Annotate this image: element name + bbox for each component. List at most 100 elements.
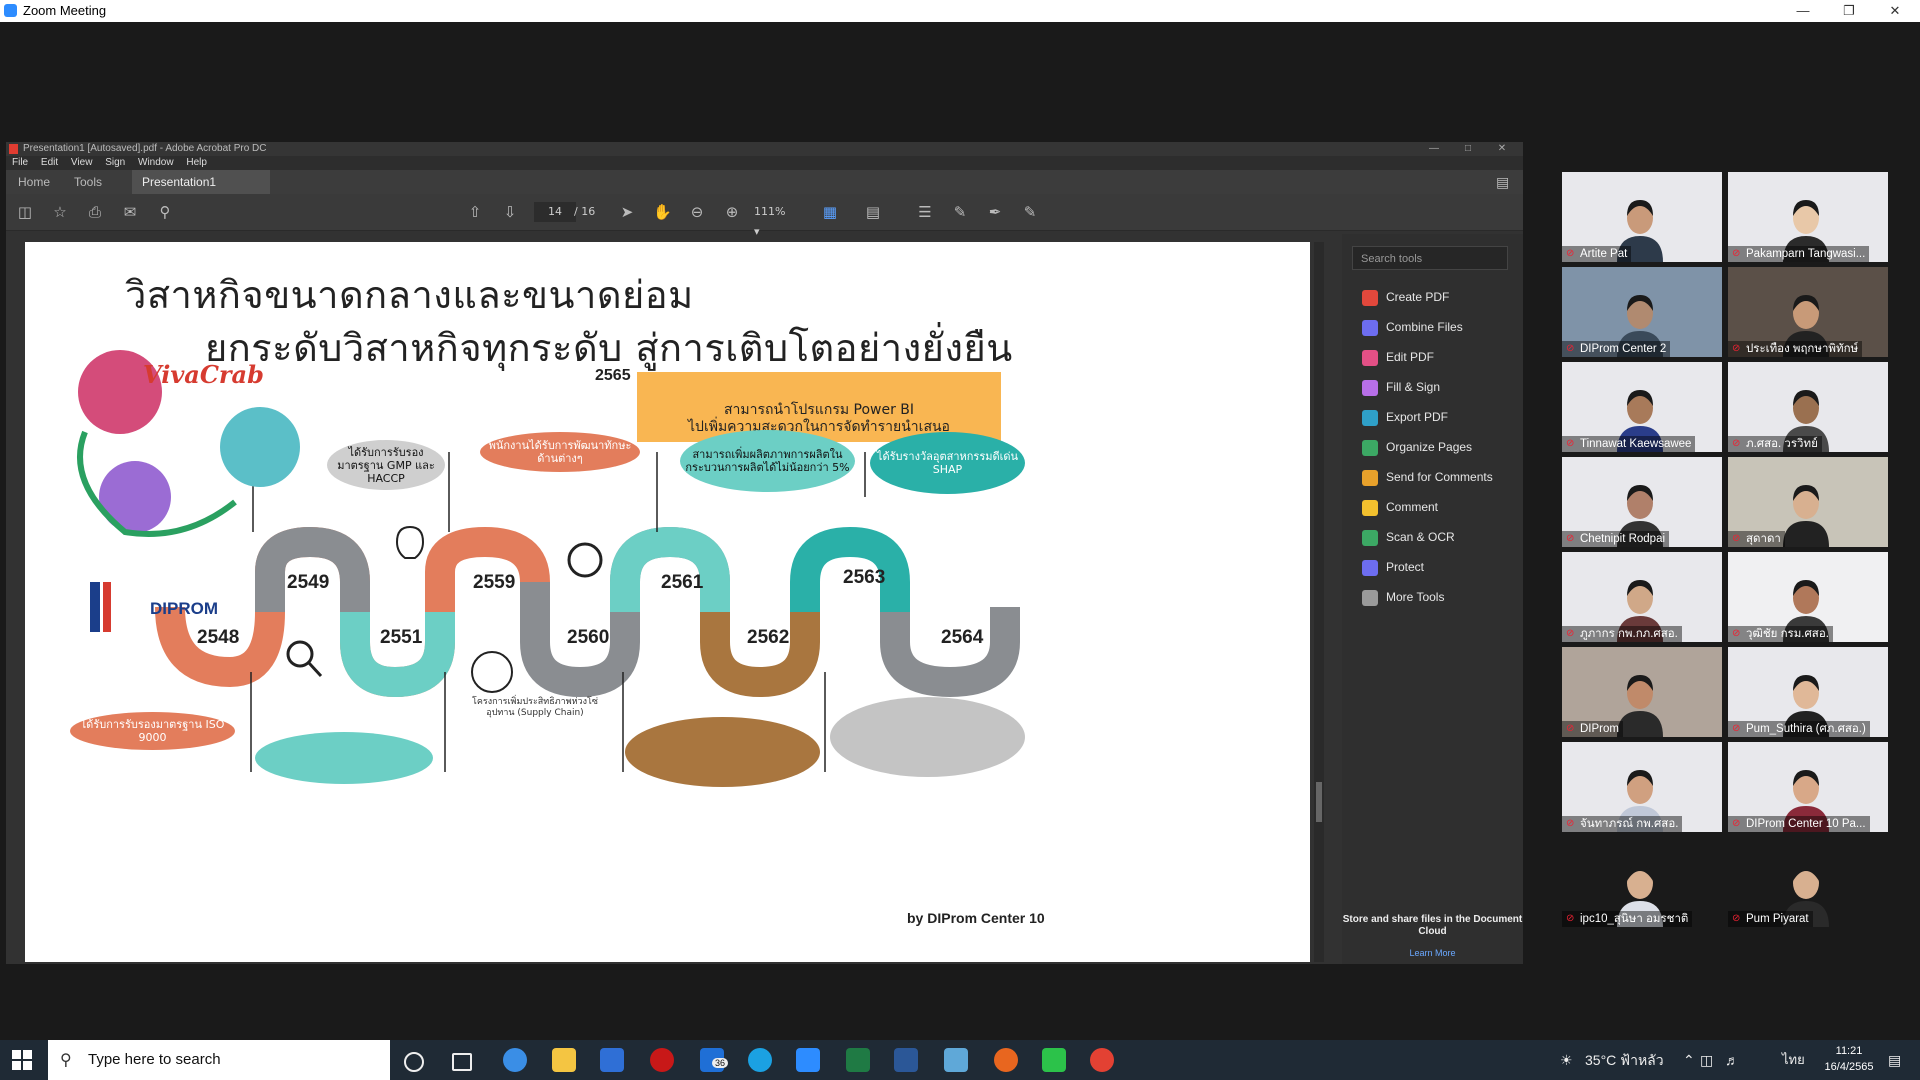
next-page-icon[interactable]: ⇩ xyxy=(501,203,519,221)
acrobat-close-button[interactable]: ✕ xyxy=(1485,142,1519,156)
tool-create-pdf[interactable]: Create PDF xyxy=(1362,287,1449,307)
mail-icon[interactable]: 36 xyxy=(700,1048,729,1072)
participant-tile[interactable]: ภ.ศสอ. วรวิทย์ ⊘ xyxy=(1728,362,1888,452)
prev-page-icon[interactable]: ⇧ xyxy=(466,203,484,221)
participant-tile[interactable]: DIProm Center 2 ⊘ xyxy=(1562,267,1722,357)
notification-center-icon[interactable]: ▤ xyxy=(1888,1040,1901,1080)
participant-tile[interactable]: ประเทือง พฤกษาพิทักษ์ ⊘ xyxy=(1728,267,1888,357)
participant-tile[interactable]: ภูภากร กพ.กภ.ศสอ. ⊘ xyxy=(1562,552,1722,642)
speaker-icon[interactable]: ♬ xyxy=(1725,1040,1739,1080)
participant-name: จันทาภรณ์ กพ.ศสอ. xyxy=(1562,816,1683,832)
participant-tile[interactable]: Pum_Suthira (ศภ.ศสอ.) ⊘ xyxy=(1728,647,1888,737)
close-button[interactable]: ✕ xyxy=(1872,0,1918,22)
app-orange-icon[interactable] xyxy=(994,1048,1018,1072)
zoom-out-icon[interactable]: ⊖ xyxy=(688,203,706,221)
excel-icon[interactable] xyxy=(846,1048,870,1072)
hand-tool-icon[interactable]: ✋ xyxy=(653,203,672,221)
page-number-input[interactable]: 14 xyxy=(534,202,576,222)
tab-document[interactable]: Presentation1 [Aut...✕ xyxy=(132,170,270,213)
store-icon[interactable] xyxy=(600,1048,624,1072)
tool-combine-files[interactable]: Combine Files xyxy=(1362,317,1463,337)
year-2561: 2561 xyxy=(661,572,704,593)
file-explorer-icon[interactable] xyxy=(552,1048,576,1072)
tool-edit-pdf[interactable]: Edit PDF xyxy=(1362,347,1434,367)
participant-tile[interactable]: วุฒิชัย กรม.ศสอ. ⊘ xyxy=(1728,552,1888,642)
muted-mic-icon: ⊘ xyxy=(1732,628,1741,639)
menu-window[interactable]: Window xyxy=(138,157,174,168)
page-total: / 16 xyxy=(574,205,596,218)
pen-icon[interactable]: ✎ xyxy=(951,203,969,221)
menu-view[interactable]: View xyxy=(71,157,93,168)
participant-tile[interactable]: Pakamparn Tangwasi... ⊘ xyxy=(1728,172,1888,262)
tab-home[interactable]: Home xyxy=(18,170,50,194)
fill-sign-icon xyxy=(1362,379,1378,396)
pdf-scrollbar[interactable] xyxy=(1314,242,1324,962)
participant-tile[interactable]: DIProm Center 10 Pa... ⊘ xyxy=(1728,742,1888,832)
participant-tile[interactable]: Artite Pat ⊘ xyxy=(1562,172,1722,262)
zoom-level[interactable]: 111% ▾ xyxy=(754,202,794,238)
weather-icon[interactable]: ☀ xyxy=(1560,1040,1573,1080)
comment-icon[interactable]: ☰ xyxy=(916,203,934,221)
menu-file[interactable]: File xyxy=(12,157,28,168)
tool-send-for-comments[interactable]: Send for Comments xyxy=(1362,467,1493,487)
email-icon[interactable]: ✉ xyxy=(121,203,139,221)
cortana-icon[interactable] xyxy=(404,1052,424,1072)
acrobat-minimize-button[interactable]: — xyxy=(1417,142,1451,156)
ie-icon[interactable] xyxy=(503,1048,527,1072)
participant-tile[interactable]: DIProm ⊘ xyxy=(1562,647,1722,737)
minimize-button[interactable]: — xyxy=(1780,0,1826,22)
learn-more-link[interactable]: Learn More xyxy=(1342,948,1523,958)
acrobat-maximize-button[interactable]: □ xyxy=(1451,142,1485,156)
zoom-taskbar-icon[interactable] xyxy=(796,1048,820,1072)
participant-tile[interactable]: จันทาภรณ์ กพ.ศสอ. ⊘ xyxy=(1562,742,1722,832)
tool-export-pdf[interactable]: Export PDF xyxy=(1362,407,1448,427)
participant-tile[interactable]: ipc10_สุนิษา อมรชาติ ⊘ xyxy=(1562,837,1722,927)
tool-more-tools[interactable]: More Tools xyxy=(1362,587,1444,607)
tray-chevron-icon[interactable]: ⌃ xyxy=(1683,1040,1695,1080)
menu-sign[interactable]: Sign xyxy=(105,157,125,168)
network-icon[interactable]: ◫ xyxy=(1700,1040,1713,1080)
input-language[interactable]: ไทย xyxy=(1782,1040,1805,1080)
search-tools-input[interactable]: Search tools xyxy=(1352,246,1508,270)
sign-icon[interactable]: ✒ xyxy=(986,203,1004,221)
app-red-icon[interactable] xyxy=(650,1048,674,1072)
tool-comment[interactable]: Comment xyxy=(1362,497,1438,517)
scrollbar-thumb[interactable] xyxy=(1316,782,1322,822)
word-icon[interactable] xyxy=(894,1048,918,1072)
zoom-in-icon[interactable]: ⊕ xyxy=(723,203,741,221)
save-icon[interactable]: ◫ xyxy=(16,203,34,221)
pill-2551-result xyxy=(255,732,433,784)
participant-tile[interactable]: สุดาดา ⊘ xyxy=(1728,457,1888,547)
system-clock[interactable]: 11:21 16/4/2565 xyxy=(1814,1043,1884,1075)
tool-organize-pages[interactable]: Organize Pages xyxy=(1362,437,1472,457)
line-icon[interactable] xyxy=(1042,1048,1066,1072)
tab-tools[interactable]: Tools xyxy=(74,170,102,194)
pdf-icon xyxy=(9,144,18,154)
muted-mic-icon: ⊘ xyxy=(1566,533,1575,544)
select-cursor-icon[interactable]: ➤ xyxy=(618,203,636,221)
search-zoom-icon[interactable]: ⚲ xyxy=(156,203,174,221)
menu-help[interactable]: Help xyxy=(186,157,207,168)
taskbar-search[interactable]: ⚲ Type here to search xyxy=(48,1040,390,1080)
fit-page-icon[interactable]: ▦ xyxy=(821,203,839,221)
tool-protect[interactable]: Protect xyxy=(1362,557,1424,577)
participant-tile[interactable]: Chetnipit Rodpai ⊘ xyxy=(1562,457,1722,547)
participant-tile[interactable]: Tinnawat Kaewsawee ⊘ xyxy=(1562,362,1722,452)
print-icon[interactable]: ⎙ xyxy=(86,203,104,221)
chrome-icon[interactable] xyxy=(1090,1048,1114,1072)
comment-bubble-icon[interactable]: ▤ xyxy=(1496,170,1509,194)
stamp-icon[interactable]: ✎ xyxy=(1021,203,1039,221)
participant-tile[interactable]: Pum Piyarat ⊘ xyxy=(1728,837,1888,927)
edge-icon[interactable] xyxy=(748,1048,772,1072)
maximize-button[interactable]: ❐ xyxy=(1826,0,1872,22)
tool-scan-ocr[interactable]: Scan & OCR xyxy=(1362,527,1455,547)
task-view-icon[interactable] xyxy=(452,1053,472,1071)
app-blue-icon[interactable] xyxy=(944,1048,968,1072)
windows-start-icon[interactable] xyxy=(12,1050,32,1070)
bookmark-star-icon[interactable]: ☆ xyxy=(51,203,69,221)
menu-edit[interactable]: Edit xyxy=(41,157,58,168)
weather-text[interactable]: 35°C ฟ้าหลัว xyxy=(1585,1040,1664,1080)
shared-acrobat-window: Presentation1 [Autosaved].pdf - Adobe Ac… xyxy=(6,142,1523,964)
scroll-mode-icon[interactable]: ▤ xyxy=(864,203,882,221)
tool-fill-sign[interactable]: Fill & Sign xyxy=(1362,377,1440,397)
